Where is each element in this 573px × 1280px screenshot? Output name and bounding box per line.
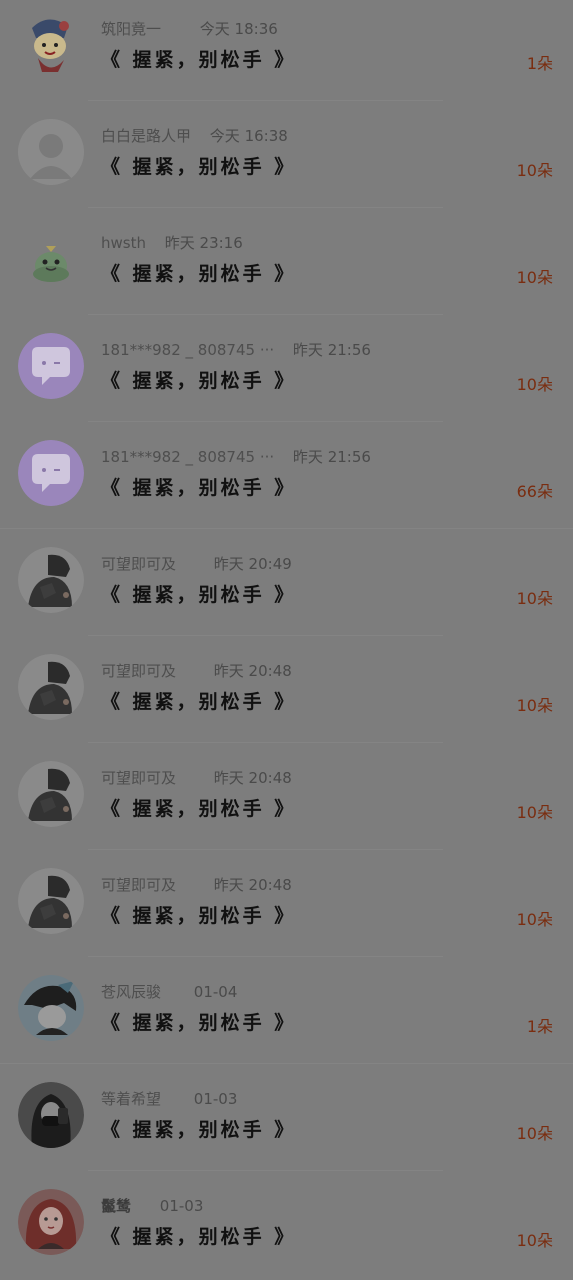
- gift-time: 昨天 20:48: [213, 769, 292, 787]
- gift-count: 10朵: [516, 589, 553, 608]
- gift-title: 《 握紧，别松手 》: [101, 1012, 297, 1034]
- sender-name: 筑阳竟一: [101, 20, 162, 38]
- sender-name: 181***982 _ 808745 ···: [101, 341, 275, 359]
- gift-count: 1朵: [526, 1017, 553, 1036]
- gift-title: 《 握紧，别松手 》: [101, 49, 297, 71]
- purple-chat-avatar[interactable]: [18, 440, 84, 506]
- gift-title: 《 握紧，别松手 》: [101, 263, 297, 285]
- gift-count: 10朵: [516, 696, 553, 715]
- gift-count: 66朵: [516, 482, 553, 501]
- helmet-rider-avatar[interactable]: [18, 547, 84, 613]
- gift-time: 昨天 20:48: [213, 662, 292, 680]
- gift-count: 10朵: [516, 375, 553, 394]
- sender-name: 可望即可及: [101, 662, 177, 680]
- gift-count: 1朵: [526, 54, 553, 73]
- divider: [88, 100, 443, 101]
- masked-girl-avatar[interactable]: [18, 1082, 84, 1148]
- gift-count: 10朵: [516, 1231, 553, 1250]
- divider: [0, 1063, 573, 1064]
- gift-time: 01-03: [193, 1090, 238, 1108]
- list-item[interactable]: 181***982 _ 808745 ··· 昨天 21:56 《 握紧，别松手…: [0, 321, 573, 428]
- gift-time: 今天 16:38: [209, 127, 288, 145]
- gift-time: 昨天 21:56: [292, 448, 371, 466]
- gift-title: 《 握紧，别松手 》: [101, 1226, 297, 1248]
- gift-title: 《 握紧，别松手 》: [101, 156, 297, 178]
- gift-time: 今天 18:36: [199, 20, 278, 38]
- sender-name: 等着希望: [101, 1090, 162, 1108]
- sender-name: 白白是路人甲: [101, 127, 192, 145]
- gift-record-list: 筑阳竟一 今天 18:36 《 握紧，别松手 》 1朵 白白是路人甲 今天 16…: [0, 0, 573, 1280]
- list-item[interactable]: 181***982 _ 808745 ··· 昨天 21:56 《 握紧，别松手…: [0, 428, 573, 535]
- purple-chat-avatar[interactable]: [18, 333, 84, 399]
- helmet-rider-avatar[interactable]: [18, 761, 84, 827]
- list-item[interactable]: hwsth 昨天 23:16 《 握紧，别松手 》 10朵: [0, 214, 573, 321]
- divider: [88, 314, 443, 315]
- gift-time: 昨天 20:48: [213, 876, 292, 894]
- green-frog-avatar[interactable]: [18, 226, 84, 292]
- sender-name: 鬣鸶: [101, 1197, 132, 1215]
- gift-title: 《 握紧，别松手 》: [101, 691, 297, 713]
- sender-name: 181***982 _ 808745 ···: [101, 448, 275, 466]
- gift-time: 昨天 21:56: [292, 341, 371, 359]
- gift-title: 《 握紧，别松手 》: [101, 584, 297, 606]
- gift-title: 《 握紧，别松手 》: [101, 798, 297, 820]
- gift-count: 10朵: [516, 1124, 553, 1143]
- divider: [88, 1170, 443, 1171]
- divider: [88, 635, 443, 636]
- helmet-rider-avatar[interactable]: [18, 654, 84, 720]
- sender-name: 苍风辰骏: [101, 983, 162, 1001]
- helmet-rider-avatar[interactable]: [18, 868, 84, 934]
- list-item[interactable]: 可望即可及 昨天 20:48 《 握紧，别松手 》 10朵: [0, 642, 573, 749]
- list-item[interactable]: 可望即可及 昨天 20:48 《 握紧，别松手 》 10朵: [0, 856, 573, 963]
- sender-name: 可望即可及: [101, 876, 177, 894]
- gift-count: 10朵: [516, 910, 553, 929]
- gift-title: 《 握紧，别松手 》: [101, 1119, 297, 1141]
- list-item[interactable]: 鬣鸶 01-03 《 握紧，别松手 》 10朵: [0, 1177, 573, 1280]
- anime-boy-avatar[interactable]: [18, 975, 84, 1041]
- divider: [88, 207, 443, 208]
- gift-time: 昨天 20:49: [213, 555, 292, 573]
- list-item[interactable]: 筑阳竟一 今天 18:36 《 握紧，别松手 》 1朵: [0, 0, 573, 107]
- default-person-avatar[interactable]: [18, 119, 84, 185]
- sender-name: 可望即可及: [101, 769, 177, 787]
- gift-time: 01-04: [193, 983, 238, 1001]
- list-item[interactable]: 可望即可及 昨天 20:48 《 握紧，别松手 》 10朵: [0, 749, 573, 856]
- gift-count: 10朵: [516, 803, 553, 822]
- list-item[interactable]: 白白是路人甲 今天 16:38 《 握紧，别松手 》 10朵: [0, 107, 573, 214]
- red-hair-girl-avatar[interactable]: [18, 1189, 84, 1255]
- gift-count: 10朵: [516, 268, 553, 287]
- divider: [88, 956, 443, 957]
- sender-name: 可望即可及: [101, 555, 177, 573]
- list-item[interactable]: 苍风辰骏 01-04 《 握紧，别松手 》 1朵: [0, 963, 573, 1070]
- cartoon-kid-avatar[interactable]: [18, 12, 84, 78]
- sender-name: hwsth: [101, 234, 146, 252]
- gift-time: 昨天 23:16: [164, 234, 243, 252]
- divider: [0, 528, 573, 529]
- divider: [88, 421, 443, 422]
- divider: [88, 742, 443, 743]
- gift-title: 《 握紧，别松手 》: [101, 370, 297, 392]
- divider: [88, 849, 443, 850]
- gift-title: 《 握紧，别松手 》: [101, 905, 297, 927]
- list-item[interactable]: 可望即可及 昨天 20:49 《 握紧，别松手 》 10朵: [0, 535, 573, 642]
- gift-title: 《 握紧，别松手 》: [101, 477, 297, 499]
- gift-time: 01-03: [159, 1197, 204, 1215]
- list-item[interactable]: 等着希望 01-03 《 握紧，别松手 》 10朵: [0, 1070, 573, 1177]
- gift-count: 10朵: [516, 161, 553, 180]
